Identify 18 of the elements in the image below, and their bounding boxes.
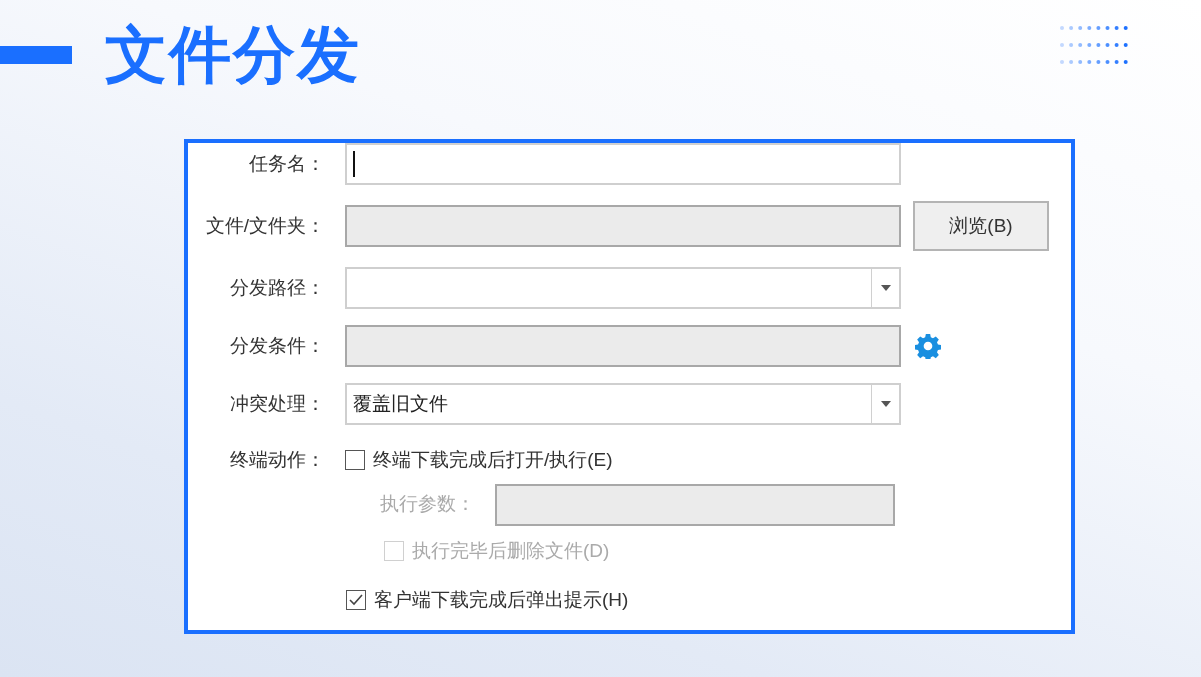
field-label: 任务名： (248, 152, 325, 176)
check-icon (348, 592, 364, 608)
title-bar-accent (0, 45, 72, 64)
field-label: 冲突处理： (229, 392, 325, 416)
input-field[interactable] (345, 143, 901, 185)
slide-title: 文件分发 (105, 23, 361, 86)
dot-grid-drawing (1060, 25, 1128, 64)
dropdown-field[interactable] (345, 267, 901, 309)
field-label: 分发路径： (229, 276, 325, 300)
field-label: 分发条件： (229, 334, 325, 358)
field-label: 执行参数： (380, 493, 475, 517)
open-after-download-checkbox[interactable]: 终端下载完成后打开/执行(E) (345, 449, 613, 472)
notify-checkbox[interactable]: 客户端下载完成后弹出提示(H) (346, 588, 629, 612)
caret-icon (880, 285, 891, 291)
caret-icon (880, 401, 891, 407)
field-label: 终端动作： (229, 449, 325, 472)
dropdown-field[interactable]: 覆盖旧文件 (345, 383, 901, 425)
field-label: 文件/文件夹： (204, 214, 325, 238)
